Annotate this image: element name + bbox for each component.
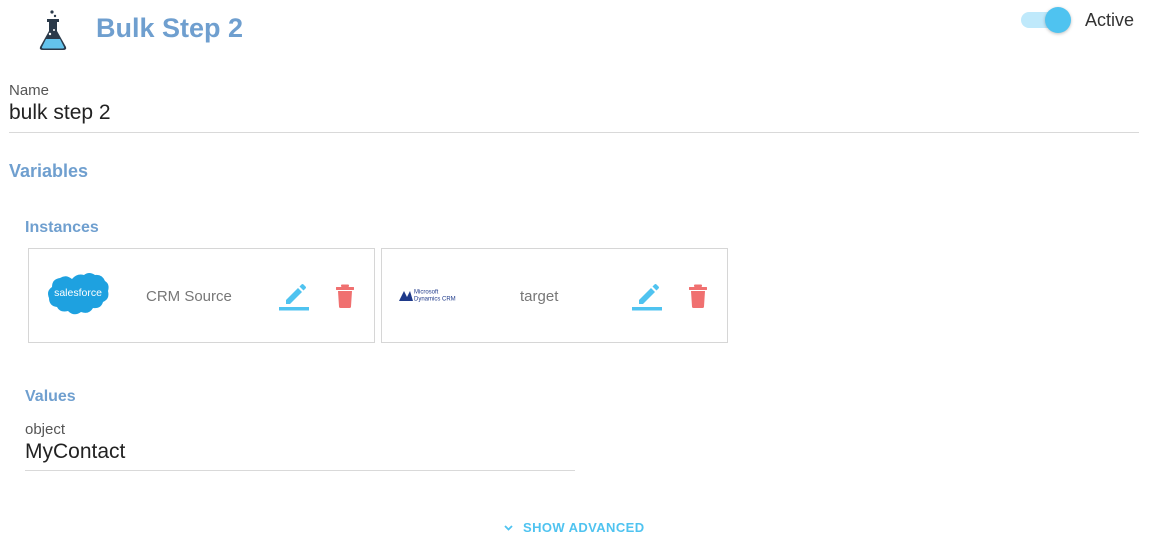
salesforce-logo: salesforce <box>48 273 109 315</box>
instances-heading: Instances <box>25 219 99 236</box>
show-advanced-button[interactable]: SHOW ADVANCED <box>504 520 644 535</box>
show-advanced-label: SHOW ADVANCED <box>523 520 645 535</box>
trash-icon[interactable] <box>335 284 355 308</box>
object-value[interactable]: MyContact <box>25 440 575 464</box>
values-heading: Values <box>25 388 76 405</box>
name-value[interactable]: bulk step 2 <box>9 101 1139 125</box>
object-field[interactable]: object MyContact <box>25 421 575 471</box>
chevron-down-icon <box>504 524 513 531</box>
edit-icon[interactable] <box>631 279 663 311</box>
active-toggle[interactable] <box>1019 7 1073 33</box>
svg-text:Dynamics CRM: Dynamics CRM <box>414 297 456 303</box>
flask-icon <box>39 10 67 50</box>
edit-icon[interactable] <box>278 279 310 311</box>
microsoft-dynamics-logo: Microsoft Dynamics CRM <box>399 290 456 303</box>
object-label: object <box>25 421 66 438</box>
toggle-knob <box>1045 7 1071 33</box>
header: Bulk Step 2 Active <box>0 0 1149 60</box>
active-label: Active <box>1085 10 1135 30</box>
variables-heading: Variables <box>9 161 89 181</box>
instance-name: CRM Source <box>146 288 232 305</box>
name-field[interactable]: Name bulk step 2 <box>9 82 1139 133</box>
instance-name: target <box>520 288 559 305</box>
page-title: Bulk Step 2 <box>96 13 244 43</box>
trash-icon[interactable] <box>688 284 708 308</box>
svg-text:salesforce: salesforce <box>54 287 102 299</box>
svg-text:Microsoft: Microsoft <box>414 290 439 296</box>
instance-card-salesforce[interactable]: salesforce CRM Source <box>28 248 375 343</box>
instance-card-dynamics[interactable]: Microsoft Dynamics CRM target <box>381 248 728 343</box>
name-label: Name <box>9 82 50 99</box>
